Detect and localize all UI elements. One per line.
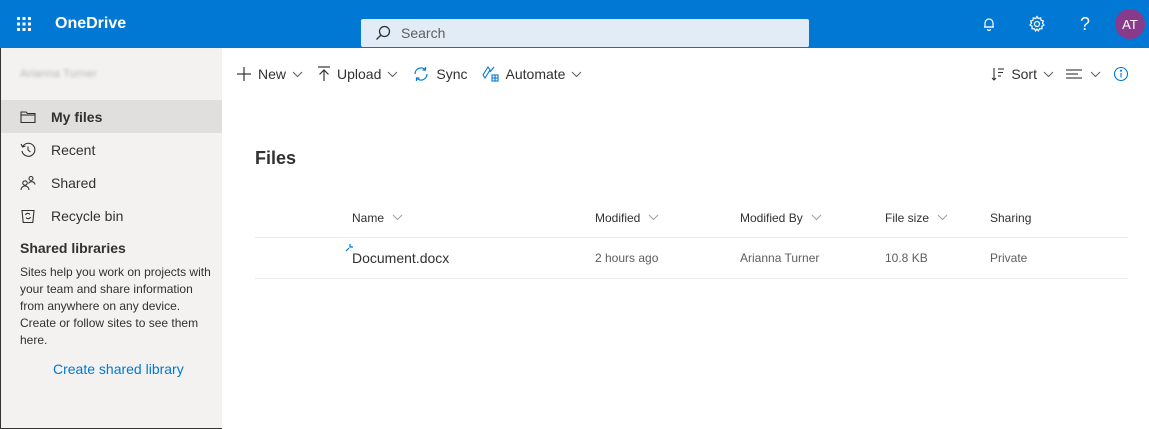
chevron-down-icon — [937, 214, 948, 221]
left-nav: Arianna Turner My files Recent Shared Re… — [0, 48, 222, 429]
chevron-down-icon — [1043, 71, 1054, 78]
recycle-bin-icon — [19, 207, 37, 225]
column-header-label: Name — [352, 210, 385, 225]
list-view-icon — [1066, 68, 1082, 80]
sort-label: Sort — [1011, 66, 1037, 82]
nav-item-recycle-bin[interactable]: Recycle bin — [1, 199, 222, 232]
help-icon: ? — [1079, 13, 1090, 34]
nav-item-shared[interactable]: Shared — [1, 166, 222, 199]
automate-button[interactable]: Automate — [481, 58, 583, 90]
column-header-file-size[interactable]: File size — [885, 211, 990, 225]
column-header-modified-by[interactable]: Modified By — [740, 211, 885, 225]
file-type-header[interactable] — [255, 209, 307, 226]
app-name[interactable]: OneDrive — [55, 15, 126, 33]
nav-item-label: Recycle bin — [51, 207, 124, 224]
column-header-label: File size — [885, 210, 930, 225]
nav-item-recent[interactable]: Recent — [1, 133, 222, 166]
app-launcher-button[interactable] — [0, 0, 48, 48]
file-size-cell: 10.8 KB — [885, 251, 928, 265]
shared-libraries-description: Sites help you work on projects with you… — [20, 265, 211, 347]
settings-button[interactable] — [1013, 0, 1061, 48]
new-file-indicator-icon — [345, 244, 353, 252]
file-list: Name Modified Modified By File size Shar… — [255, 198, 1128, 279]
sort-button[interactable]: Sort — [991, 58, 1054, 90]
shared-libraries-heading: Shared libraries — [20, 240, 126, 256]
chevron-down-icon — [811, 214, 822, 221]
view-options-button[interactable] — [1066, 58, 1101, 90]
sync-button[interactable]: Sync — [412, 58, 468, 90]
command-bar: New Upload Sync Automate Sort — [222, 48, 1149, 100]
search-input[interactable]: Search — [401, 25, 445, 41]
nav-item-label: Recent — [51, 141, 96, 158]
file-name-wrapper: Document.docx — [345, 244, 449, 266]
search-icon — [376, 25, 391, 40]
recent-icon — [19, 141, 37, 159]
column-header-label: Modified By — [740, 210, 803, 225]
suite-bar: OneDrive Search ? AT — [0, 0, 1149, 48]
nav-item-label: My files — [51, 108, 103, 125]
upload-label: Upload — [337, 66, 382, 82]
sync-label: Sync — [436, 66, 468, 82]
column-header-label: Sharing — [990, 210, 1032, 225]
page-title: Files — [255, 148, 297, 168]
new-button[interactable]: New — [236, 58, 303, 90]
chevron-down-icon — [571, 71, 582, 78]
modified-cell: 2 hours ago — [595, 251, 659, 265]
chevron-down-icon — [292, 71, 303, 78]
file-icon-cell: W — [255, 250, 307, 266]
column-header-name[interactable]: Name — [307, 211, 595, 225]
folder-icon — [19, 108, 37, 126]
help-button[interactable]: ? — [1061, 0, 1109, 48]
chevron-down-icon — [1090, 71, 1101, 78]
create-shared-library-link[interactable]: Create shared library — [1, 361, 222, 377]
automate-label: Automate — [505, 66, 566, 82]
modified-by-cell: Arianna Turner — [740, 251, 820, 265]
list-header: Name Modified Modified By File size Shar… — [255, 198, 1128, 238]
upload-button[interactable]: Upload — [317, 58, 398, 90]
bell-icon — [984, 18, 994, 32]
file-name[interactable]: Document.docx — [352, 250, 449, 266]
info-icon — [1113, 66, 1129, 82]
table-row[interactable]: W Document.docx 2 hours ago Arianna Turn… — [255, 238, 1128, 279]
sharing-cell[interactable]: Private — [990, 251, 1027, 265]
new-label: New — [258, 66, 287, 82]
user-name: Arianna Turner — [20, 68, 97, 80]
column-header-sharing[interactable]: Sharing — [990, 211, 1031, 225]
file-name-cell[interactable]: Document.docx — [307, 244, 595, 266]
upload-icon — [317, 66, 331, 82]
gear-icon — [1029, 15, 1045, 33]
chevron-down-icon — [392, 214, 403, 221]
chevron-down-icon — [387, 71, 398, 78]
shared-icon — [19, 174, 37, 192]
column-header-label: Modified — [595, 210, 641, 225]
waffle-icon — [17, 17, 31, 31]
sort-icon — [991, 67, 1005, 81]
details-pane-button[interactable] — [1113, 58, 1129, 90]
notifications-button[interactable] — [965, 0, 1013, 48]
nav-item-label: Shared — [51, 174, 97, 191]
column-header-modified[interactable]: Modified — [595, 211, 740, 225]
chevron-down-icon — [648, 214, 659, 221]
nav-item-my-files[interactable]: My files — [1, 100, 222, 133]
plus-icon — [236, 66, 252, 82]
sync-icon — [412, 66, 430, 82]
automate-icon — [481, 66, 500, 82]
search-box[interactable]: Search — [361, 19, 809, 47]
avatar[interactable]: AT — [1115, 9, 1145, 39]
